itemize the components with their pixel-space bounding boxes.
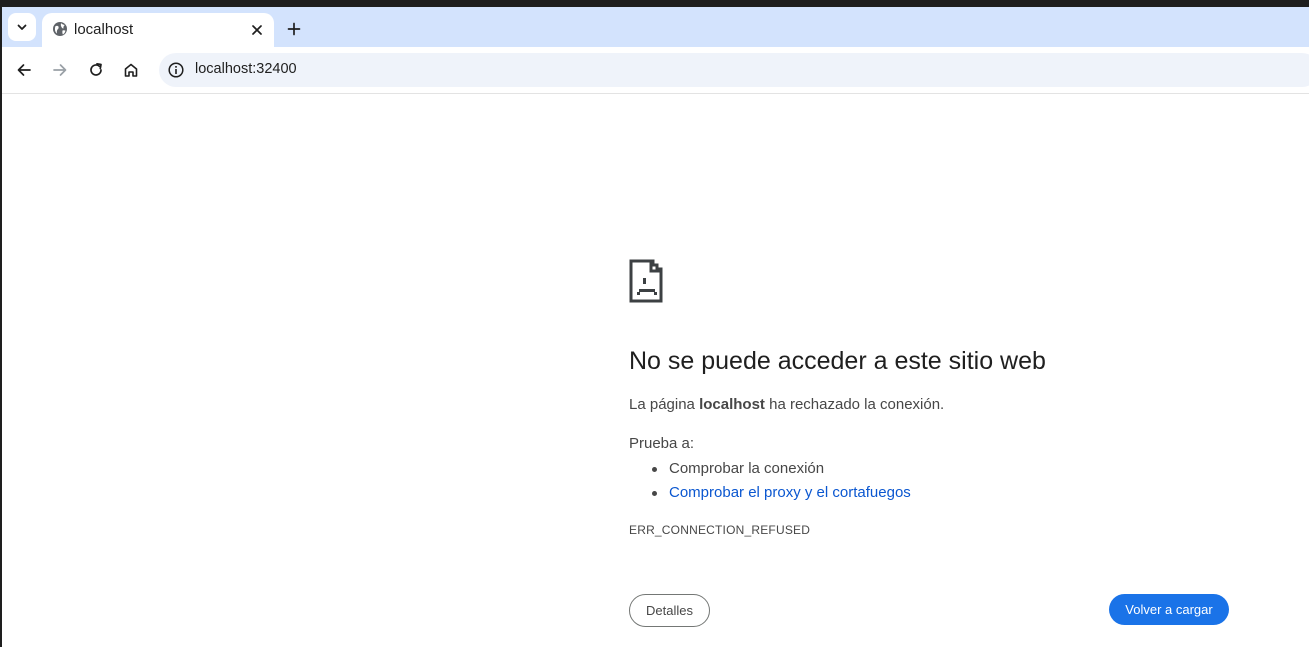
forward-button[interactable] bbox=[49, 59, 71, 81]
info-icon[interactable] bbox=[167, 61, 185, 79]
reload-icon bbox=[90, 62, 102, 76]
error-title: No se puede acceder a este sitio web bbox=[629, 347, 1046, 375]
error-host: localhost bbox=[699, 396, 765, 413]
suggestions-label: Prueba a: bbox=[629, 435, 695, 452]
browser-toolbar: localhost:32400 bbox=[2, 47, 1309, 94]
error-page: No se puede acceder a este sitio web La … bbox=[2, 95, 1309, 647]
home-button[interactable] bbox=[120, 59, 142, 81]
arrow-left-icon bbox=[17, 64, 31, 76]
globe-icon bbox=[53, 22, 67, 36]
back-button[interactable] bbox=[13, 59, 35, 81]
address-bar[interactable]: localhost:32400 bbox=[159, 53, 1309, 87]
chevron-down-icon bbox=[17, 24, 27, 30]
tab-search-button[interactable] bbox=[8, 13, 36, 41]
new-tab-button[interactable] bbox=[282, 17, 306, 41]
window-top-edge bbox=[0, 0, 1309, 7]
home-icon bbox=[124, 63, 138, 77]
error-description-suffix: ha rechazado la conexión. bbox=[764, 396, 945, 413]
sad-page-icon bbox=[629, 259, 663, 303]
tab-active[interactable]: localhost bbox=[42, 13, 274, 47]
error-description: La página localhost ha rechazado la cone… bbox=[629, 396, 944, 413]
reload-button[interactable] bbox=[85, 59, 107, 81]
suggestion-check-proxy-link[interactable]: Comprobar el proxy y el cortafuegos bbox=[629, 481, 911, 505]
error-description-prefix: La página bbox=[629, 396, 700, 413]
close-tab-button[interactable] bbox=[249, 22, 265, 38]
error-code: ERR_CONNECTION_REFUSED bbox=[629, 523, 811, 537]
plus-icon bbox=[287, 22, 301, 36]
url-text: localhost:32400 bbox=[195, 61, 297, 77]
reload-page-button[interactable]: Volver a cargar bbox=[1109, 594, 1229, 625]
details-button[interactable]: Detalles bbox=[629, 594, 710, 627]
tab-title: localhost bbox=[74, 21, 134, 38]
arrow-right-icon bbox=[53, 64, 67, 76]
close-icon bbox=[252, 25, 262, 35]
tab-strip: localhost bbox=[2, 7, 1309, 47]
suggestion-check-connection: Comprobar la conexión bbox=[629, 457, 911, 481]
suggestions-list: Comprobar la conexión Comprobar el proxy… bbox=[629, 457, 911, 505]
